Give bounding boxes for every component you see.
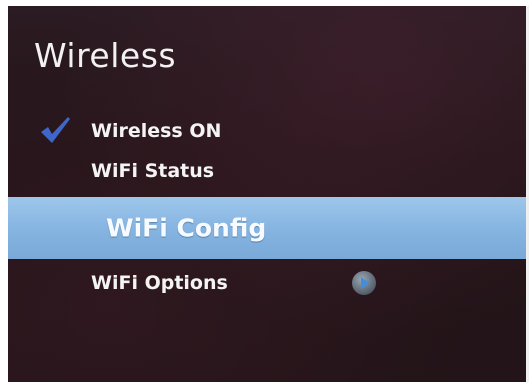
menu-item-wifi-status[interactable]: WiFi Status	[8, 151, 526, 191]
menu-item-label: WiFi Config	[106, 213, 267, 243]
wireless-menu-list: Wireless ON WiFi Status WiFi Config WiFi…	[8, 111, 526, 303]
menu-title: Wireless	[34, 36, 177, 75]
checkmark-icon	[38, 115, 72, 145]
menu-item-label: WiFi Options	[91, 272, 228, 294]
wireless-menu-screen: Wireless Wireless ON WiFi Status WiFi Co…	[8, 6, 529, 382]
menu-item-wifi-options[interactable]: WiFi Options	[8, 263, 526, 303]
submenu-arrow-icon[interactable]	[351, 270, 377, 296]
menu-item-wireless-on[interactable]: Wireless ON	[8, 111, 526, 151]
menu-item-label: WiFi Status	[91, 160, 215, 182]
menu-item-wifi-config[interactable]: WiFi Config	[8, 197, 526, 259]
menu-item-label: Wireless ON	[91, 120, 222, 142]
